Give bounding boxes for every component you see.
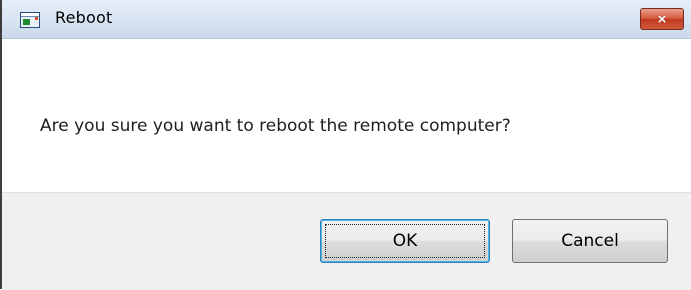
focus-ring — [325, 224, 485, 258]
window-title: Reboot — [55, 8, 113, 27]
ok-button[interactable]: OK — [320, 219, 490, 263]
cancel-button[interactable]: Cancel — [512, 219, 668, 263]
close-icon: × — [657, 10, 667, 28]
window-app-icon — [20, 12, 40, 28]
cancel-button-label: Cancel — [561, 231, 619, 251]
close-button[interactable]: × — [640, 8, 684, 30]
title-bar[interactable]: Reboot × — [2, 0, 691, 39]
confirmation-message: Are you sure you want to reboot the remo… — [40, 116, 511, 136]
reboot-dialog: Reboot × Are you sure you want to reboot… — [0, 0, 691, 290]
